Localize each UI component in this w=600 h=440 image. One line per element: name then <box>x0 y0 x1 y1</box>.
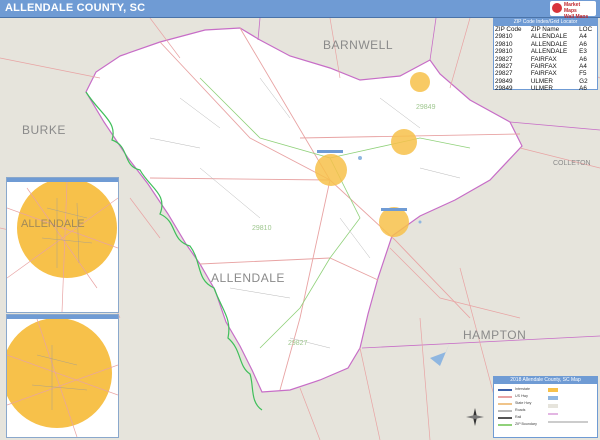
town-allendale-tag <box>317 150 343 153</box>
zip-cell: FAIRFAX <box>530 70 557 78</box>
inset-fairfax <box>6 314 119 438</box>
zip-cell: 29810 <box>495 40 513 48</box>
legend-label: US Hwy <box>515 394 528 398</box>
zip-cell: 29827 <box>495 55 513 63</box>
town-fairfax <box>379 207 409 237</box>
page-title: ALLENDALE COUNTY, SC <box>5 2 146 14</box>
zip-cell: ALLENDALE <box>530 48 568 56</box>
zip-cell: 29849 <box>495 77 513 85</box>
zip-row: 29827 FAIRFAX A4 <box>494 63 597 70</box>
zip-cell: A4 <box>579 63 587 71</box>
inset-header <box>7 178 118 182</box>
zip-index-table: ZIP Code ZIP Name LOC 29810 ALLENDALE A4 2… <box>494 26 597 93</box>
inset-map <box>7 318 118 437</box>
zip-row: 29810 ALLENDALE A6 <box>494 41 597 48</box>
inset-label: ALLENDALE <box>21 218 85 230</box>
zip-cell: A6 <box>579 85 587 93</box>
zip-cell: ALLENDALE <box>530 40 568 48</box>
legend-item: Roads <box>498 408 543 413</box>
legend-item: Interstate <box>498 387 543 392</box>
inset-map <box>7 178 118 312</box>
legend-item: State Hwy <box>498 401 543 406</box>
legend-label: Interstate <box>515 387 530 391</box>
town-allendale <box>315 154 347 186</box>
zip-cell: FAIRFAX <box>530 63 557 71</box>
zip-index-header-row: ZIP Code ZIP Name LOC <box>494 26 597 33</box>
legend-heading: 2018 Allendale County, SC Map <box>494 377 597 384</box>
label-burke: BURKE <box>22 123 66 137</box>
zip-index-panel: ZIP Code Index/Grid Locator ZIP Code ZIP… <box>493 18 598 93</box>
zip-cell: 29810 <box>495 48 513 56</box>
zip-col-header: LOC <box>579 26 593 33</box>
legend-item: US Hwy <box>498 394 543 399</box>
inset-allendale: ALLENDALE <box>6 177 119 313</box>
zip-cell: ALLENDALE <box>530 33 568 41</box>
map-canvas: ALLENDALE COUNTY, SC Market Maps Wall Ma… <box>0 0 600 440</box>
zip-cell: FAIRFAX <box>530 55 557 63</box>
zip-index-heading: ZIP Code Index/Grid Locator <box>494 19 597 26</box>
legend-item: Rail <box>498 415 543 420</box>
zip-row: 29827 FAIRFAX A6 <box>494 56 597 63</box>
zip-cell: 29810 <box>495 33 513 41</box>
label-zip-29849: 29849 <box>416 104 436 111</box>
zip-cell: E3 <box>579 48 587 56</box>
zip-cell: A6 <box>579 55 587 63</box>
zip-cell: G2 <box>579 77 588 85</box>
map-legend: 2018 Allendale County, SC Map Interstate… <box>493 376 598 438</box>
town-sycamore <box>391 129 417 155</box>
zip-cell: F5 <box>579 70 587 78</box>
label-zip-29827: 29827 <box>288 340 308 347</box>
label-barnwell: BARNWELL <box>323 38 394 52</box>
zip-cell: 29849 <box>495 85 513 93</box>
zip-row: 29849 ULMER A6 <box>494 85 597 92</box>
town-fairfax-tag <box>381 208 407 211</box>
town-ulmer <box>410 72 430 92</box>
zip-col-header: ZIP Code <box>495 26 522 33</box>
pond <box>358 156 362 160</box>
zip-cell: A6 <box>579 40 587 48</box>
zip-cell: 29827 <box>495 63 513 71</box>
zip-row: 29810 ALLENDALE A4 <box>494 33 597 40</box>
north-arrow-icon <box>466 408 484 426</box>
zip-col-header: ZIP Name <box>530 26 560 33</box>
pond-2 <box>418 220 422 224</box>
label-zip-29810: 29810 <box>252 225 272 232</box>
logo-mark-icon <box>552 3 562 13</box>
label-allendale: ALLENDALE <box>211 271 285 285</box>
inset-header <box>7 315 118 319</box>
zip-cell: 29827 <box>495 70 513 78</box>
legend-symbols <box>548 388 588 423</box>
legend-label: Roads <box>515 408 526 412</box>
legend-label: ZIP Boundary <box>515 422 537 426</box>
label-colleton: COLLETON <box>553 160 591 167</box>
title-bar: ALLENDALE COUNTY, SC Market Maps Wall Ma… <box>0 0 600 20</box>
legend-label: State Hwy <box>515 401 532 405</box>
zip-cell: ULMER <box>530 77 553 85</box>
legend-label: Rail <box>515 415 522 419</box>
legend-item: ZIP Boundary <box>498 422 543 427</box>
label-hampton: HAMPTON <box>463 328 527 342</box>
zip-cell: ULMER <box>530 85 553 93</box>
brand-logo: Market Maps Wall Maps <box>550 1 596 20</box>
zip-row: 29849 ULMER G2 <box>494 78 597 85</box>
zip-cell: A4 <box>579 33 587 41</box>
zip-row: 29827 FAIRFAX F5 <box>494 70 597 77</box>
zip-row: 29810 ALLENDALE E3 <box>494 48 597 55</box>
